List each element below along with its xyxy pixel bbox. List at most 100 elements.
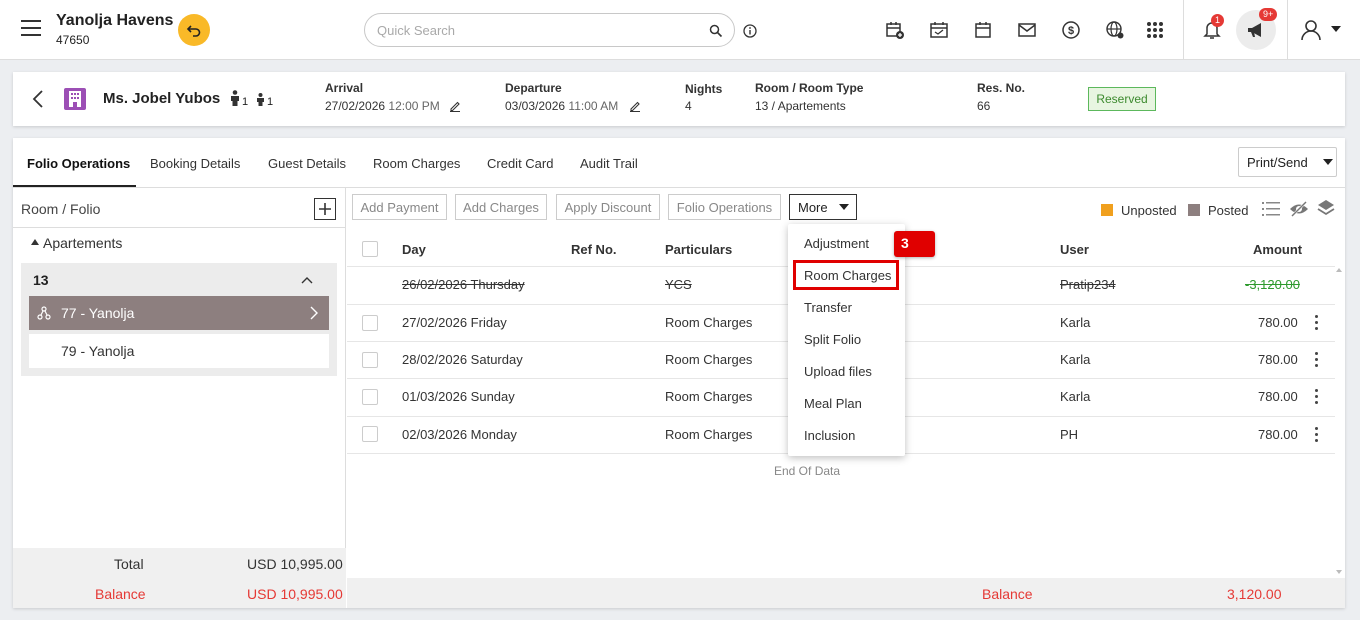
- row-more-icon[interactable]: [1315, 427, 1319, 445]
- column-header-ref[interactable]: Ref No.: [571, 242, 617, 257]
- child-icon: [254, 92, 266, 107]
- mail-icon[interactable]: [1016, 19, 1038, 41]
- table-footer: [347, 578, 1345, 608]
- folio-label[interactable]: 79 - Yanolja: [61, 343, 134, 359]
- menu-icon[interactable]: [21, 20, 41, 36]
- unposted-legend-swatch: [1101, 204, 1113, 216]
- add-folio-icon[interactable]: [314, 198, 336, 220]
- announcement-badge: 9+: [1259, 8, 1278, 21]
- apps-grid-icon[interactable]: [1144, 19, 1166, 41]
- tab-booking-details[interactable]: Booking Details: [150, 156, 240, 171]
- user-menu-chevron-icon[interactable]: [1330, 24, 1342, 34]
- notification-badge: 1: [1211, 14, 1225, 27]
- departure-label: Departure: [505, 81, 562, 95]
- quick-search-input[interactable]: Quick Search: [364, 13, 735, 47]
- row-day: 28/02/2026 Saturday: [402, 352, 523, 367]
- column-header-particulars[interactable]: Particulars: [665, 242, 732, 257]
- scroll-down-arrow[interactable]: [1336, 570, 1342, 574]
- list-view-icon[interactable]: [1261, 200, 1281, 218]
- select-all-checkbox[interactable]: [362, 241, 378, 257]
- row-particulars: Room Charges: [665, 352, 753, 367]
- room-folio-panel: [13, 188, 346, 608]
- scroll-up-arrow[interactable]: [1336, 268, 1342, 272]
- user-avatar-icon[interactable]: [1298, 17, 1324, 43]
- add-charges-button[interactable]: Add Charges: [455, 194, 547, 220]
- column-header-amount[interactable]: Amount: [1253, 242, 1302, 257]
- row-user: PH: [1060, 427, 1079, 442]
- layers-icon[interactable]: [1316, 198, 1336, 218]
- back-icon[interactable]: [30, 89, 46, 109]
- status-badge: Reserved: [1088, 87, 1156, 111]
- menu-item-split-folio[interactable]: Split Folio: [804, 332, 861, 347]
- apply-discount-button[interactable]: Apply Discount: [556, 194, 660, 220]
- tab-audit-trail[interactable]: Audit Trail: [580, 156, 638, 171]
- folio-balance-value: 3,120.00: [1227, 586, 1282, 602]
- row-day: 27/02/2026 Friday: [402, 315, 507, 330]
- menu-item-transfer[interactable]: Transfer: [804, 300, 852, 315]
- posted-legend-swatch: [1188, 204, 1200, 216]
- row-user: Karla: [1060, 315, 1091, 330]
- calendar-icon[interactable]: [972, 19, 994, 41]
- room-type-value: 13 / Apartements: [755, 99, 846, 113]
- row-checkbox[interactable]: [362, 352, 378, 368]
- print-send-button[interactable]: Print/Send: [1238, 147, 1337, 177]
- row-checkbox[interactable]: [362, 315, 378, 331]
- room-type-label: Room / Room Type: [755, 81, 864, 95]
- row-amount: 780.00: [1258, 315, 1298, 330]
- column-header-user[interactable]: User: [1060, 242, 1089, 257]
- row-user: Pratip234: [1060, 277, 1116, 292]
- collapse-group-icon[interactable]: [31, 239, 39, 245]
- search-icon[interactable]: [707, 22, 725, 40]
- folio-operations-button[interactable]: Folio Operations: [668, 194, 781, 220]
- row-particulars: YCS: [665, 277, 692, 292]
- posted-legend: Posted: [1208, 203, 1249, 218]
- row-more-icon[interactable]: [1315, 352, 1319, 370]
- guest-name[interactable]: Ms. Jobel Yubos: [103, 90, 220, 107]
- info-icon[interactable]: [741, 22, 759, 40]
- row-amount: 780.00: [1258, 352, 1298, 367]
- more-button[interactable]: More: [789, 194, 857, 220]
- globe-settings-icon[interactable]: [1104, 19, 1126, 41]
- nights-label: Nights: [685, 82, 723, 96]
- row-day: 01/03/2026 Sunday: [402, 389, 515, 404]
- undo-icon[interactable]: [178, 14, 210, 46]
- row-more-icon[interactable]: [1315, 389, 1319, 407]
- row-checkbox[interactable]: [362, 389, 378, 405]
- menu-item-meal-plan[interactable]: Meal Plan: [804, 396, 862, 411]
- chevron-right-icon[interactable]: [308, 305, 320, 321]
- tab-credit-card[interactable]: Credit Card: [487, 156, 553, 171]
- room-group-label[interactable]: Apartements: [43, 235, 122, 251]
- departure-value: 03/03/2026 11:00 AM: [505, 99, 619, 113]
- row-day: 26/02/2026 Thursday: [402, 277, 525, 292]
- hide-icon[interactable]: [1289, 199, 1309, 219]
- row-checkbox[interactable]: [362, 426, 378, 442]
- menu-item-adjustment[interactable]: Adjustment: [804, 236, 869, 251]
- share-folio-icon: [36, 305, 52, 321]
- menu-item-inclusion[interactable]: Inclusion: [804, 428, 855, 443]
- res-no-value: 66: [977, 99, 991, 113]
- row-day: 02/03/2026 Monday: [402, 427, 517, 442]
- edit-departure-icon[interactable]: [628, 99, 641, 112]
- arrival-value: 27/02/2026 12:00 PM: [325, 99, 440, 113]
- chevron-up-icon[interactable]: [300, 275, 314, 285]
- tab-folio-operations[interactable]: Folio Operations: [27, 156, 130, 171]
- tab-guest-details[interactable]: Guest Details: [268, 156, 346, 171]
- hotel-name[interactable]: Yanolja Havens: [56, 12, 173, 30]
- row-more-icon[interactable]: [1315, 315, 1319, 333]
- column-header-day[interactable]: Day: [402, 242, 426, 257]
- tab-room-charges[interactable]: Room Charges: [373, 156, 460, 171]
- child-count: 1: [267, 96, 274, 108]
- menu-item-upload-files[interactable]: Upload files: [804, 364, 872, 379]
- calendar-add-icon[interactable]: [884, 19, 906, 41]
- add-payment-button[interactable]: Add Payment: [352, 194, 447, 220]
- edit-arrival-icon[interactable]: [448, 99, 461, 112]
- folio-label[interactable]: 77 - Yanolja: [61, 305, 134, 321]
- res-no-label: Res. No.: [977, 81, 1026, 95]
- step-marker: 3: [894, 231, 935, 257]
- adult-icon: [229, 89, 241, 107]
- folio-balance-label: Balance: [982, 586, 1033, 602]
- calendar-check-icon[interactable]: [928, 19, 950, 41]
- menu-item-room-charges[interactable]: Room Charges: [804, 268, 891, 283]
- balance-label: Balance: [95, 586, 146, 602]
- currency-icon[interactable]: $: [1060, 19, 1082, 41]
